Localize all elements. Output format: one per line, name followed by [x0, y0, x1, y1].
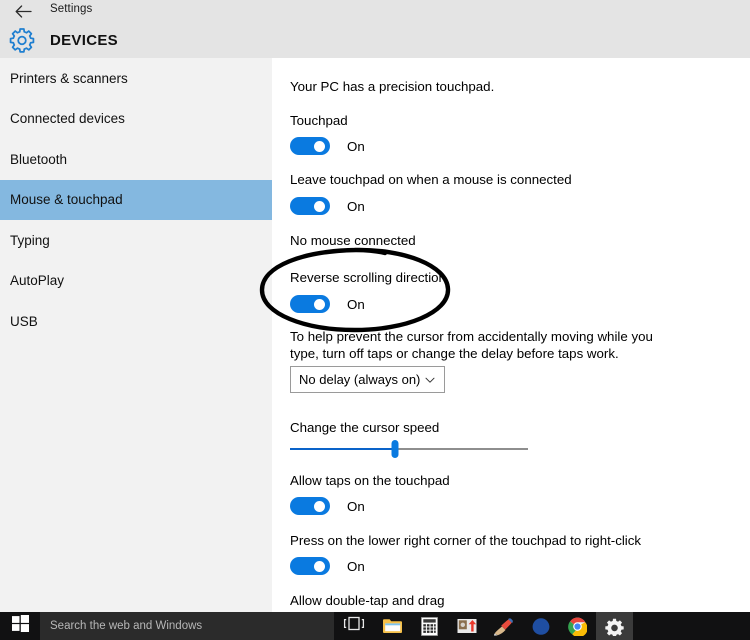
toggle-knob	[314, 298, 325, 310]
sidebar-item-mouse-touchpad[interactable]: Mouse & touchpad	[0, 179, 272, 220]
start-button[interactable]	[0, 612, 40, 640]
leave-touchpad-on-state: On	[347, 198, 365, 214]
title-bar: Settings	[0, 0, 750, 22]
right-click-corner-label: Press on the lower right corner of the t…	[290, 533, 642, 548]
tap-delay-dropdown[interactable]: No delay (always on)	[290, 366, 445, 393]
allow-taps-state: On	[347, 498, 365, 514]
sidebar-item-connected-devices[interactable]: Connected devices	[0, 99, 272, 140]
sidebar-item-label: Typing	[10, 232, 50, 248]
settings-sidebar: Printers & scanners Connected devices Bl…	[0, 58, 272, 612]
cursor-speed-slider[interactable]	[290, 438, 528, 460]
settings-gear-icon[interactable]	[596, 612, 633, 640]
reverse-scrolling-label: Reverse scrolling direction	[290, 270, 446, 285]
windows-logo-icon	[11, 615, 29, 637]
leave-touchpad-on-toggle[interactable]	[290, 197, 330, 215]
touchpad-toggle-row: On	[290, 137, 365, 155]
toggle-knob	[314, 560, 325, 572]
page-title: DEVICES	[50, 32, 118, 49]
precision-touchpad-notice: Your PC has a precision touchpad.	[290, 79, 495, 94]
sidebar-item-autoplay[interactable]: AutoPlay	[0, 261, 272, 302]
right-click-toggle[interactable]	[290, 557, 330, 575]
touchpad-toggle-state: On	[347, 138, 365, 154]
chrome-icon[interactable]	[559, 612, 596, 640]
taskbar-search-box[interactable]: Search the web and Windows	[40, 612, 334, 640]
touchpad-label: Touchpad	[290, 113, 348, 128]
reverse-scrolling-state: On	[347, 296, 365, 312]
page-header: DEVICES	[0, 22, 750, 58]
malwarebytes-icon[interactable]	[522, 612, 559, 640]
cursor-speed-label: Change the cursor speed	[290, 420, 440, 435]
right-click-state: On	[347, 558, 365, 574]
mouse-connection-status: No mouse connected	[290, 233, 416, 248]
file-explorer-icon[interactable]	[374, 612, 411, 640]
slider-thumb[interactable]	[391, 440, 399, 458]
chevron-down-icon	[424, 374, 436, 386]
task-view-button[interactable]	[334, 612, 374, 640]
taskbar-pinned-icons	[374, 612, 633, 640]
gear-icon	[8, 26, 36, 54]
tap-delay-help-text: To help prevent the cursor from accident…	[290, 329, 653, 361]
sidebar-item-label: Connected devices	[10, 111, 125, 127]
sidebar-item-bluetooth[interactable]: Bluetooth	[0, 139, 272, 180]
allow-taps-toggle[interactable]	[290, 497, 330, 515]
settings-window: Settings DEVICES Printers & scanners Con…	[0, 0, 750, 640]
toggle-knob	[314, 200, 325, 212]
back-arrow-icon[interactable]	[10, 0, 36, 22]
search-input[interactable]: Search the web and Windows	[50, 620, 202, 632]
sidebar-item-printers-scanners[interactable]: Printers & scanners	[0, 58, 272, 99]
allow-taps-toggle-row: On	[290, 497, 365, 515]
leave-touchpad-on-toggle-row: On	[290, 197, 365, 215]
reverse-scrolling-toggle[interactable]	[290, 295, 330, 313]
right-click-toggle-row: On	[290, 557, 365, 575]
taskbar: Search the web and Windows	[0, 612, 750, 640]
sidebar-item-label: AutoPlay	[10, 273, 65, 289]
sidebar-item-label: USB	[10, 313, 38, 329]
reverse-scrolling-toggle-row: On	[290, 295, 365, 313]
screenshot-tool-icon[interactable]	[448, 612, 485, 640]
sidebar-item-label: Mouse & touchpad	[10, 192, 123, 208]
settings-content-pane: Your PC has a precision touchpad. Touchp…	[272, 58, 750, 612]
leave-touchpad-on-label: Leave touchpad on when a mouse is connec…	[290, 172, 572, 187]
allow-taps-label: Allow taps on the touchpad	[290, 473, 450, 488]
double-tap-drag-label: Allow double-tap and drag	[290, 593, 445, 608]
sidebar-item-label: Printers & scanners	[10, 70, 128, 86]
task-view-icon	[343, 616, 365, 637]
tap-delay-selected-value: No delay (always on)	[299, 372, 421, 387]
touchpad-toggle[interactable]	[290, 137, 330, 155]
sidebar-item-label: Bluetooth	[10, 151, 68, 167]
toggle-knob	[314, 500, 325, 512]
toggle-knob	[314, 140, 325, 152]
sidebar-item-typing[interactable]: Typing	[0, 220, 272, 261]
calculator-icon[interactable]	[411, 612, 448, 640]
slider-track-fill	[290, 448, 395, 450]
window-title: Settings	[50, 3, 93, 15]
sidebar-item-usb[interactable]: USB	[0, 301, 272, 342]
ccleaner-icon[interactable]	[485, 612, 522, 640]
